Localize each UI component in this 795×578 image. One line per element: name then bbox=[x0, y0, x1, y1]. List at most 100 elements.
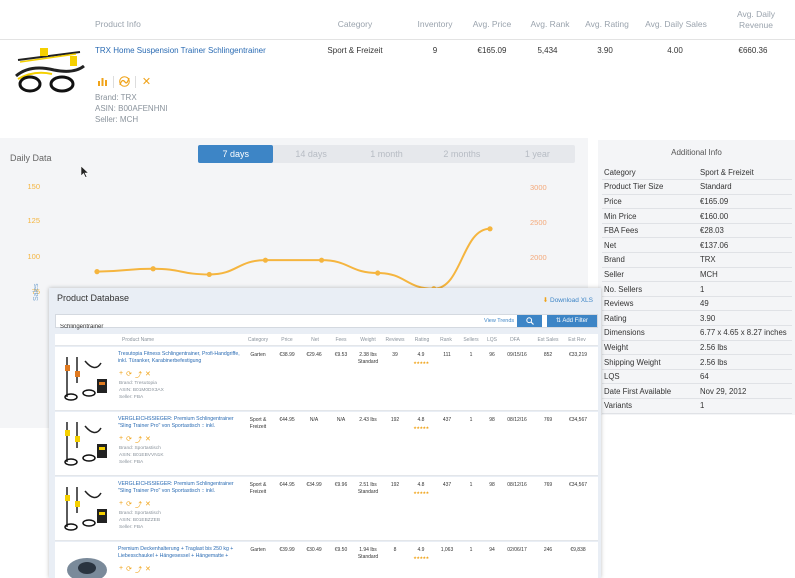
info-row: Min Price €160.00 bbox=[602, 208, 792, 224]
column-dfa[interactable]: DFA bbox=[508, 337, 522, 343]
trend-icon[interactable]: ⤴ bbox=[135, 435, 142, 445]
info-value: Standard bbox=[700, 179, 792, 195]
column-net[interactable]: Net bbox=[307, 337, 323, 343]
close-icon[interactable]: ✕ bbox=[145, 370, 151, 380]
trend-icon[interactable]: ⤴ bbox=[135, 370, 142, 380]
table-row[interactable]: Tresutopia Fitness Schlingentrainer, Pro… bbox=[55, 347, 598, 411]
header-inventory[interactable]: Inventory bbox=[410, 19, 460, 30]
data-point[interactable] bbox=[318, 257, 325, 263]
close-icon[interactable]: ✕ bbox=[140, 75, 153, 88]
row-weight-value: 2.38 lbs bbox=[359, 352, 377, 358]
table-row[interactable]: Premium Deckenhalterung + Traglast bis 2… bbox=[55, 542, 598, 578]
column-rank[interactable]: Rank bbox=[438, 337, 454, 343]
column-weight[interactable]: Weight bbox=[358, 337, 378, 343]
product-thumbnail[interactable] bbox=[61, 483, 113, 533]
refresh-icon[interactable]: ⟳ bbox=[126, 435, 132, 445]
info-value: 49 bbox=[700, 296, 792, 312]
trend-icon[interactable]: ⤴ bbox=[135, 565, 142, 575]
trend-icon[interactable]: ⤴ bbox=[135, 500, 142, 510]
row-brand: Brand: Tresutopia bbox=[119, 381, 157, 386]
product-avg-daily-sales: 4.00 bbox=[667, 46, 683, 55]
add-icon[interactable]: + bbox=[119, 500, 123, 510]
search-icon bbox=[525, 317, 534, 325]
row-reviews: 8 bbox=[393, 547, 397, 553]
column-fees[interactable]: Fees bbox=[333, 337, 349, 343]
close-icon[interactable]: ✕ bbox=[145, 435, 151, 445]
header-avg-daily-sales[interactable]: Avg. Daily Sales bbox=[645, 19, 707, 30]
column-est-rev[interactable]: Est Rev bbox=[567, 337, 587, 343]
column-sellers[interactable]: Sellers bbox=[462, 337, 480, 343]
header-avg-daily-revenue[interactable]: Avg. Daily Revenue bbox=[727, 9, 785, 31]
search-button[interactable] bbox=[517, 315, 542, 327]
column-reviews[interactable]: Reviews bbox=[385, 337, 405, 343]
product-name-link[interactable]: Tresutopia Fitness Schlingentrainer, Pro… bbox=[118, 351, 246, 365]
info-value: 64 bbox=[700, 369, 792, 385]
product-tools: ✕ bbox=[96, 75, 153, 88]
view-trends-link[interactable]: View Trends bbox=[484, 318, 514, 324]
trend-icon[interactable] bbox=[118, 75, 131, 88]
column-price[interactable]: Price bbox=[279, 337, 295, 343]
row-rating-value: 4.9 bbox=[417, 352, 425, 358]
column-product-name[interactable]: Product Name bbox=[118, 337, 158, 343]
info-row: Price €165.09 bbox=[602, 194, 792, 210]
close-icon[interactable]: ✕ bbox=[145, 500, 151, 510]
refresh-icon[interactable]: ⟳ bbox=[126, 500, 132, 510]
info-row: Shipping Weight 2.56 lbs bbox=[602, 354, 792, 370]
product-title-link[interactable]: TRX Home Suspension Trainer Schlingentra… bbox=[95, 46, 266, 55]
data-point[interactable] bbox=[262, 257, 269, 263]
product-table-header: Product Info Category Inventory Avg. Pri… bbox=[0, 0, 795, 40]
product-thumbnail[interactable] bbox=[61, 548, 113, 578]
info-value: €160.00 bbox=[700, 208, 792, 224]
row-seller: Seller: FBA bbox=[119, 525, 144, 530]
data-point[interactable] bbox=[150, 266, 156, 272]
row-brand: Brand: Sportastisch bbox=[119, 511, 161, 516]
row-weight: 2.43 lbs bbox=[355, 417, 381, 424]
info-key: Min Price bbox=[602, 208, 700, 224]
data-point[interactable] bbox=[375, 270, 381, 276]
product-thumbnail[interactable] bbox=[61, 353, 113, 403]
product-name-link[interactable]: Premium Deckenhalterung + Traglast bis 2… bbox=[118, 546, 246, 560]
refresh-icon[interactable]: ⟳ bbox=[126, 370, 132, 380]
mouse-cursor bbox=[81, 166, 89, 178]
row-net: €30.49 bbox=[306, 547, 322, 553]
header-avg-rank[interactable]: Avg. Rank bbox=[525, 19, 575, 30]
header-product-info[interactable]: Product Info bbox=[95, 19, 145, 30]
divider bbox=[113, 76, 114, 88]
add-filter-button[interactable]: ⇅ Add Filter bbox=[547, 315, 597, 327]
additional-info-panel: Additional Info Category Sport & Freizeit… bbox=[598, 140, 795, 415]
search-input[interactable] bbox=[56, 321, 456, 333]
column-category[interactable]: Category bbox=[247, 337, 269, 343]
refresh-icon[interactable]: ⟳ bbox=[126, 565, 132, 575]
table-row[interactable]: VERGLEICHSSIEGER: Premium Schlingentrain… bbox=[55, 412, 598, 476]
add-icon[interactable]: + bbox=[119, 370, 123, 380]
column-rating[interactable]: Rating bbox=[413, 337, 431, 343]
header-avg-price[interactable]: Avg. Price bbox=[467, 19, 517, 30]
row-net: €29.46 bbox=[306, 352, 322, 358]
y-left-tick: 100 bbox=[27, 252, 40, 261]
add-icon[interactable]: + bbox=[119, 435, 123, 445]
info-key: Category bbox=[602, 165, 700, 181]
row-rating: 4.8 ★★★★★ bbox=[410, 417, 432, 431]
data-point[interactable] bbox=[206, 271, 212, 278]
y-left-tick: 125 bbox=[27, 216, 40, 225]
info-row: FBA Fees €28.03 bbox=[602, 223, 792, 239]
table-row[interactable]: VERGLEICHSSIEGER: Premium Schlingentrain… bbox=[55, 477, 598, 541]
download-xls-link[interactable]: ⬇ Download XLS bbox=[543, 296, 593, 304]
header-avg-rating[interactable]: Avg. Rating bbox=[582, 19, 632, 30]
product-name-link[interactable]: VERGLEICHSSIEGER: Premium Schlingentrain… bbox=[118, 481, 246, 495]
add-icon[interactable]: + bbox=[119, 565, 123, 575]
data-point[interactable] bbox=[487, 226, 493, 232]
rating-stars: ★★★★★ bbox=[413, 360, 429, 365]
header-category[interactable]: Category bbox=[330, 19, 380, 30]
column-est-sales[interactable]: Est Sales bbox=[537, 337, 559, 343]
product-name-link[interactable]: VERGLEICHSSIEGER: Premium Schlingentrain… bbox=[118, 416, 246, 430]
info-row: Variants 1 bbox=[602, 398, 792, 414]
bar-chart-icon[interactable] bbox=[96, 75, 109, 88]
data-point[interactable] bbox=[94, 269, 100, 275]
info-value: 6.77 x 4.65 x 8.27 inches bbox=[700, 325, 792, 341]
row-asin: ASIN: B01EBZZEB bbox=[119, 518, 161, 523]
product-thumbnail[interactable] bbox=[61, 418, 113, 468]
column-lqs[interactable]: LQS bbox=[485, 337, 499, 343]
close-icon[interactable]: ✕ bbox=[145, 565, 151, 575]
product-image[interactable] bbox=[10, 46, 90, 96]
